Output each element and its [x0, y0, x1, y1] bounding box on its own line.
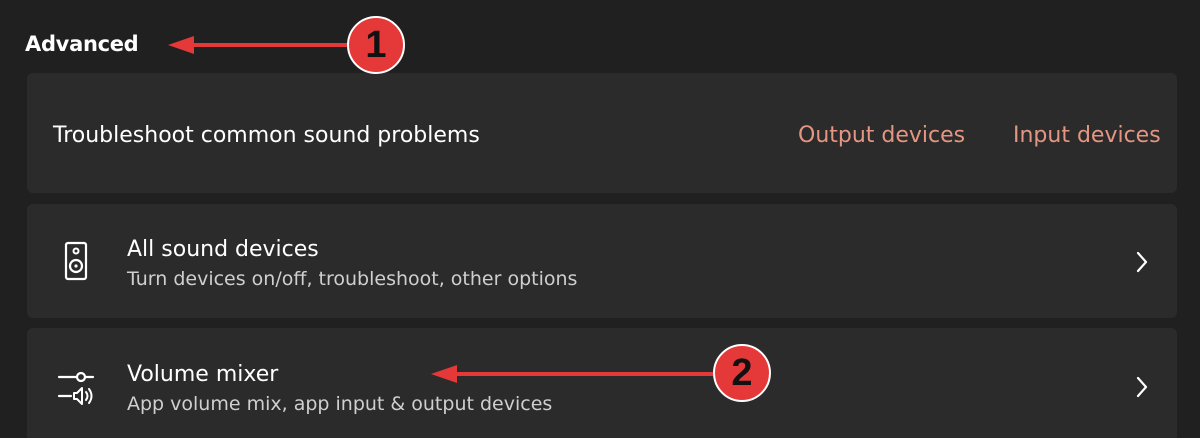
all-sound-devices-title: All sound devices [127, 237, 319, 262]
output-devices-link[interactable]: Output devices [798, 121, 965, 151]
arrow-1-head [168, 36, 194, 54]
volume-mixer-icon [51, 362, 101, 412]
all-sound-devices-subtitle: Turn devices on/off, troubleshoot, other… [127, 268, 578, 290]
troubleshoot-card: Troubleshoot common sound problems Outpu… [27, 73, 1177, 193]
all-sound-devices-row[interactable]: All sound devices Turn devices on/off, t… [27, 204, 1177, 318]
annotation-badge-2: 2 [713, 344, 771, 402]
volume-mixer-title: Volume mixer [127, 362, 279, 387]
volume-mixer-row[interactable]: Volume mixer App volume mix, app input &… [27, 328, 1177, 438]
volume-mixer-subtitle: App volume mix, app input & output devic… [127, 393, 553, 415]
input-devices-link[interactable]: Input devices [1013, 121, 1161, 151]
troubleshoot-label: Troubleshoot common sound problems [53, 123, 480, 148]
chevron-right-icon [1127, 247, 1157, 277]
section-title-advanced: Advanced [25, 32, 139, 56]
speaker-icon [51, 236, 101, 286]
sound-settings-page: Advanced Troubleshoot common sound probl… [0, 0, 1200, 438]
annotation-badge-1: 1 [347, 16, 405, 74]
chevron-right-icon [1127, 372, 1157, 402]
